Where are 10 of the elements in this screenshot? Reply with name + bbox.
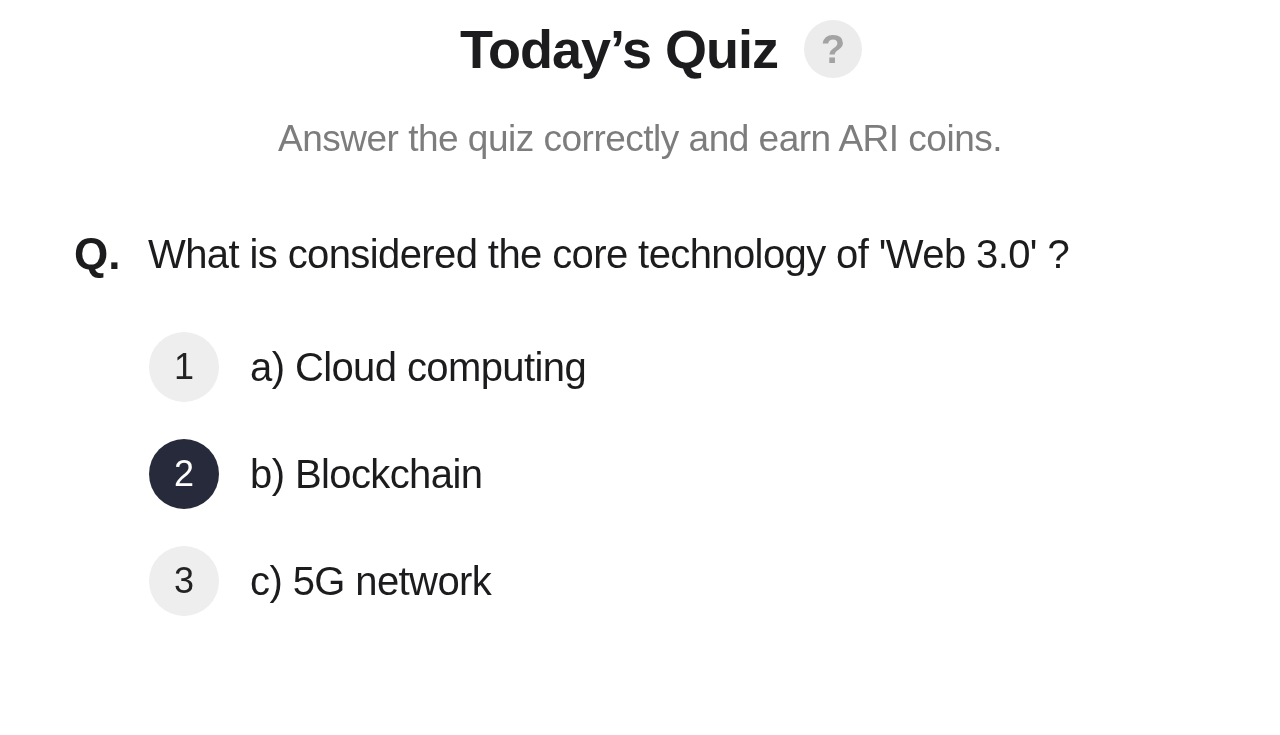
option-label[interactable]: c) 5G network (250, 558, 492, 604)
option-label[interactable]: b) Blockchain (250, 451, 483, 497)
quiz-subtitle: Answer the quiz correctly and earn ARI coins. (277, 118, 1003, 160)
question-prefix: Q. (74, 228, 122, 280)
option-number-button[interactable]: 2 (149, 439, 219, 509)
option-number-button[interactable]: 3 (149, 546, 219, 616)
option-number-button[interactable]: 1 (149, 332, 219, 402)
quiz-title: Today’s Quiz (459, 18, 778, 80)
question-text: What is considered the core technology of 'Web 3.0' ? (148, 231, 1071, 278)
option-label[interactable]: a) Cloud computing (250, 344, 587, 390)
